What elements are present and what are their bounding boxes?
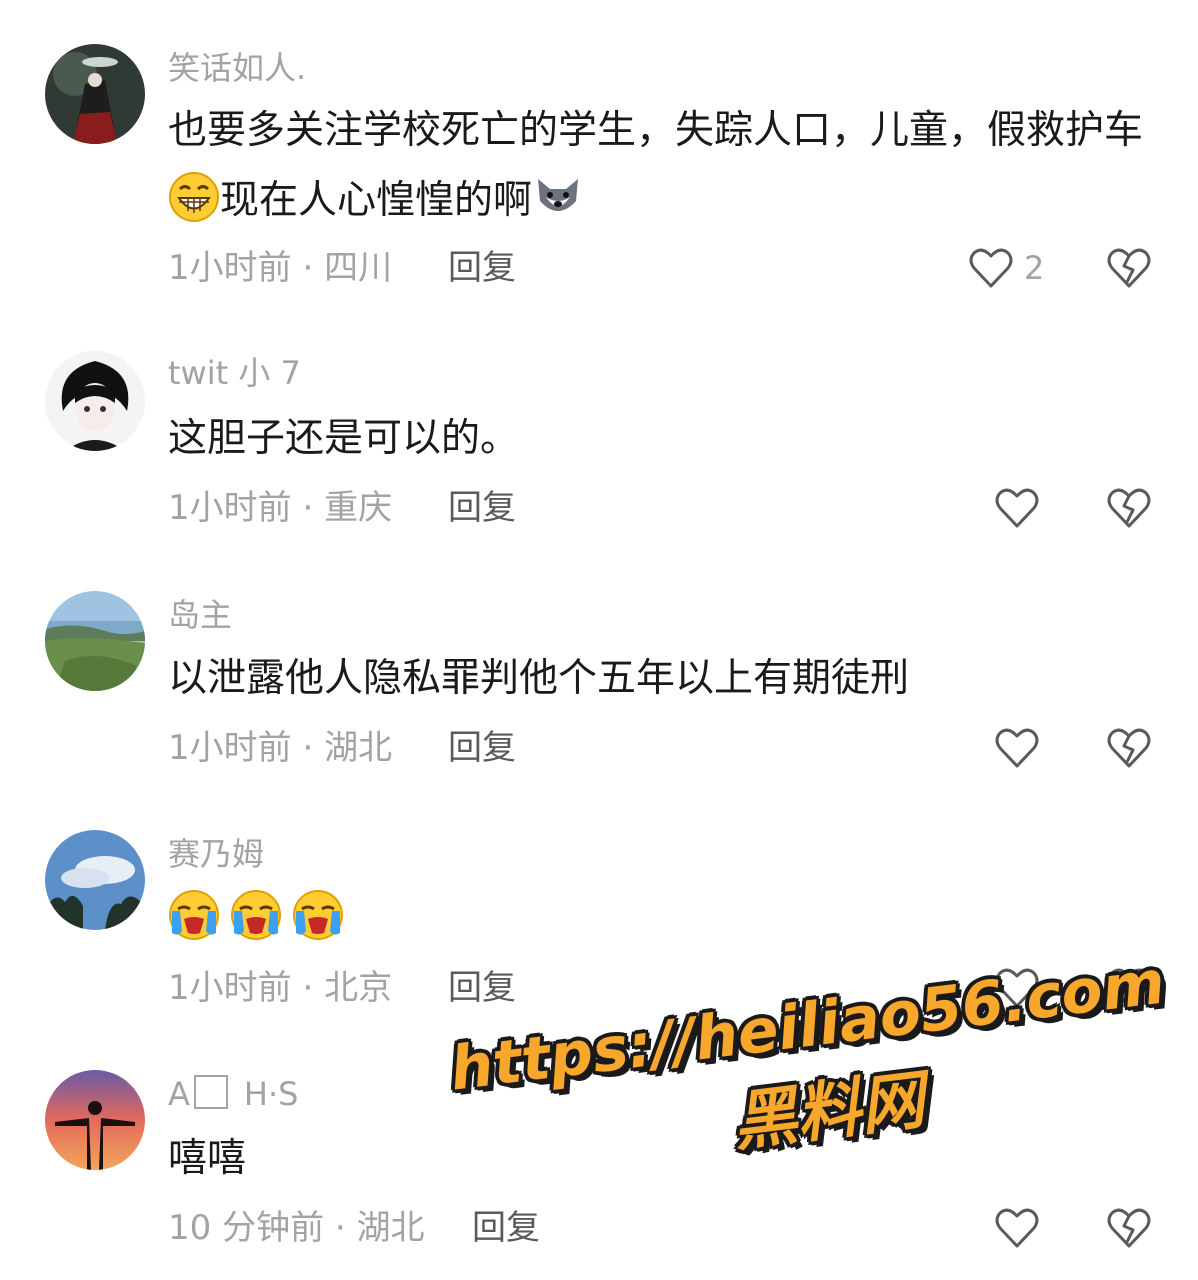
like-button[interactable] <box>994 724 1040 772</box>
loudly-crying-face-emoji-icon <box>230 889 282 941</box>
username-part: H·S <box>243 1075 299 1113</box>
comment-text: 嘻嘻 <box>168 1136 247 1181</box>
avatar[interactable] <box>45 44 145 144</box>
comment-location: 北京 <box>324 968 393 1008</box>
comment-time: 1小时前 <box>168 968 292 1008</box>
avatar[interactable] <box>45 830 145 930</box>
comment-text: 以泄露他人隐私罪判他个五年以上有期徒刑 <box>168 656 910 701</box>
comment-meta: 1小时前 · 湖北 <box>168 726 392 770</box>
wolf-face-emoji-icon <box>532 171 584 223</box>
dislike-button[interactable] <box>1106 244 1154 292</box>
dislike-button[interactable] <box>1106 484 1154 532</box>
comment-meta: 1小时前 · 四川 <box>168 246 392 290</box>
comment-location: 湖北 <box>324 728 393 768</box>
comment-location: 湖北 <box>356 1208 425 1248</box>
comment-meta: 10 分钟前 · 湖北 <box>168 1206 425 1250</box>
like-button[interactable] <box>994 484 1040 532</box>
heart-outline-icon <box>995 488 1039 528</box>
reply-button[interactable]: 回复 <box>472 1206 540 1250</box>
like-count: 2 <box>1024 249 1045 287</box>
heart-outline-icon <box>995 1208 1039 1248</box>
comment-location: 四川 <box>324 248 393 288</box>
comment-emojis <box>168 884 1158 954</box>
loudly-crying-face-emoji-icon <box>168 889 220 941</box>
comment-time: 1小时前 <box>168 728 292 768</box>
reply-button[interactable]: 回复 <box>448 726 516 770</box>
avatar[interactable] <box>45 351 145 451</box>
username[interactable]: 赛乃姆 <box>168 834 264 874</box>
heart-outline-icon <box>995 728 1039 768</box>
comment-time: 1小时前 <box>168 488 292 528</box>
meta-separator: · <box>302 728 314 768</box>
username[interactable]: A H·S <box>168 1074 298 1114</box>
meta-separator: · <box>302 968 314 1008</box>
like-button[interactable] <box>994 1204 1040 1252</box>
like-button[interactable] <box>994 964 1040 1012</box>
avatar[interactable] <box>45 1070 145 1170</box>
missing-glyph-box-icon <box>193 1075 228 1109</box>
grinning-face-emoji-icon <box>168 171 220 223</box>
comment-meta: 1小时前 · 重庆 <box>168 486 392 530</box>
comment-text-part: 现在人心惶惶的啊 <box>220 178 533 223</box>
loudly-crying-face-emoji-icon <box>292 889 344 941</box>
reply-button[interactable]: 回复 <box>448 966 516 1010</box>
dislike-button[interactable] <box>1106 1204 1154 1252</box>
heart-outline-icon <box>995 968 1039 1008</box>
comment-text: 也要多关注学校死亡的学生，失踪人口，儿童，假救护车现在人心惶惶的啊 <box>168 96 1158 236</box>
username[interactable]: 笑话如人. <box>168 48 306 88</box>
broken-heart-icon <box>1107 1208 1151 1248</box>
comment-location: 重庆 <box>324 488 393 528</box>
meta-separator: · <box>302 488 314 528</box>
username[interactable]: 岛主 <box>168 595 232 635</box>
comment-time: 10 分钟前 <box>168 1208 325 1248</box>
broken-heart-icon <box>1107 248 1151 288</box>
username[interactable]: twit 小 7 <box>168 353 301 393</box>
comment-meta: 1小时前 · 北京 <box>168 966 392 1010</box>
comment-text-part: 也要多关注学校死亡的学生，失踪人口，儿童，假救护车 <box>168 108 1144 153</box>
broken-heart-icon <box>1107 728 1151 768</box>
meta-separator: · <box>302 248 314 288</box>
like-button[interactable]: 2 <box>968 244 1044 292</box>
meta-separator: · <box>334 1208 346 1248</box>
dislike-button[interactable] <box>1106 724 1154 772</box>
reply-button[interactable]: 回复 <box>448 486 516 530</box>
heart-outline-icon <box>969 248 1013 288</box>
reply-button[interactable]: 回复 <box>448 246 516 290</box>
avatar[interactable] <box>45 591 145 691</box>
comment-text: 这胆子还是可以的。 <box>168 416 520 461</box>
username-part: A <box>168 1075 190 1113</box>
broken-heart-icon <box>1107 968 1151 1008</box>
broken-heart-icon <box>1107 488 1151 528</box>
comment-time: 1小时前 <box>168 248 292 288</box>
dislike-button[interactable] <box>1106 964 1154 1012</box>
